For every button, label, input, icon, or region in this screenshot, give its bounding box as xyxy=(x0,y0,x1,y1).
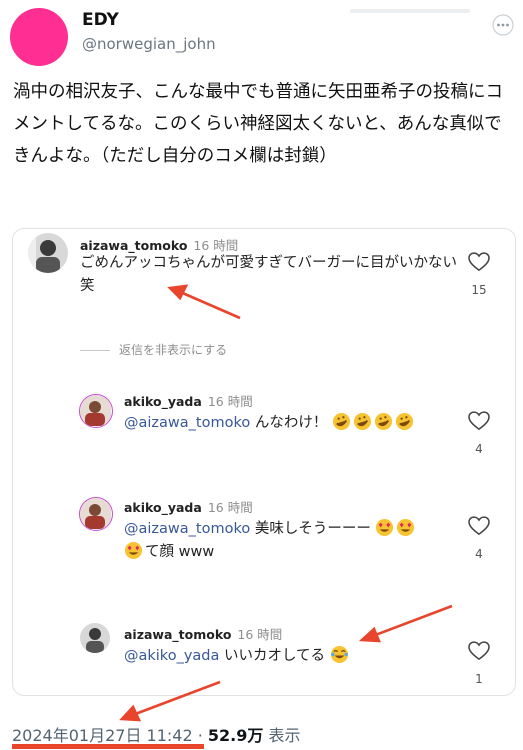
like-heart-icon[interactable] xyxy=(468,252,490,272)
mention-link[interactable]: @akiko_yada xyxy=(124,648,219,664)
like-count: 1 xyxy=(475,672,483,686)
like-count: 15 xyxy=(471,283,487,297)
comment-time: 16 時間 xyxy=(207,394,253,409)
tweet-meta: 2024年01月27日 11:42 · 52.9万 表示 xyxy=(12,726,301,745)
heart-eyes-emoji xyxy=(397,518,415,537)
hide-replies-line xyxy=(80,350,110,351)
rofl-emoji xyxy=(353,412,371,431)
mention-link[interactable]: @aizawa_tomoko xyxy=(124,521,250,537)
commenter-avatar xyxy=(28,233,68,273)
rofl-emoji xyxy=(395,412,413,431)
comment-username[interactable]: aizawa_tomoko 16 時間 xyxy=(124,624,282,643)
rofl-emoji xyxy=(332,412,350,431)
comment-username[interactable]: akiko_yada 16 時間 xyxy=(124,497,253,516)
views-label: 表示 xyxy=(263,726,301,745)
comment-time: 16 時間 xyxy=(193,238,239,253)
like-heart-icon[interactable] xyxy=(468,516,490,536)
tweet-timestamp[interactable]: 2024年01月27日 11:42 xyxy=(12,726,193,745)
tweet-text: 渦中の相沢友子、こんな最中でも普通に矢田亜希子の投稿にコメントしてるな。このくら… xyxy=(13,82,503,166)
more-options-icon[interactable] xyxy=(492,14,514,36)
laughing-tears-emoji xyxy=(330,645,348,664)
commenter-avatar xyxy=(79,497,113,531)
annotation-arrowhead xyxy=(119,704,142,722)
comment-text: @akiko_yada いいカオしてる xyxy=(124,645,464,668)
comment-text: @aizawa_tomoko んなわけ！ xyxy=(124,412,464,435)
author-handle[interactable]: @norwegian_john xyxy=(82,35,216,53)
commenter-avatar xyxy=(80,623,110,653)
like-count: 4 xyxy=(475,547,483,561)
rofl-emoji xyxy=(374,412,392,431)
timestamp-underline xyxy=(12,744,204,749)
comment-time: 16 時間 xyxy=(207,500,253,515)
comment-text: ごめんアッコちゃんが可愛すぎてバーガーに目がいかない笑 xyxy=(80,255,457,294)
comment-time: 16 時間 xyxy=(237,627,283,642)
view-count: 52.9万 xyxy=(207,726,264,745)
mention-link[interactable]: @aizawa_tomoko xyxy=(124,415,250,431)
comment-username[interactable]: akiko_yada 16 時間 xyxy=(124,391,253,410)
header-divider xyxy=(350,9,470,13)
author-avatar[interactable] xyxy=(10,8,68,66)
comment-text: @aizawa_tomoko 美味しそうーーー て顔 www xyxy=(124,518,464,564)
heart-eyes-emoji xyxy=(124,541,143,560)
hide-replies-link[interactable]: 返信を非表示にする xyxy=(119,341,227,358)
commenter-avatar xyxy=(79,394,113,428)
heart-eyes-emoji xyxy=(376,518,394,537)
like-heart-icon[interactable] xyxy=(468,641,490,661)
like-heart-icon[interactable] xyxy=(468,411,490,431)
like-count: 4 xyxy=(475,442,483,456)
author-display-name[interactable]: EDY xyxy=(82,10,119,30)
